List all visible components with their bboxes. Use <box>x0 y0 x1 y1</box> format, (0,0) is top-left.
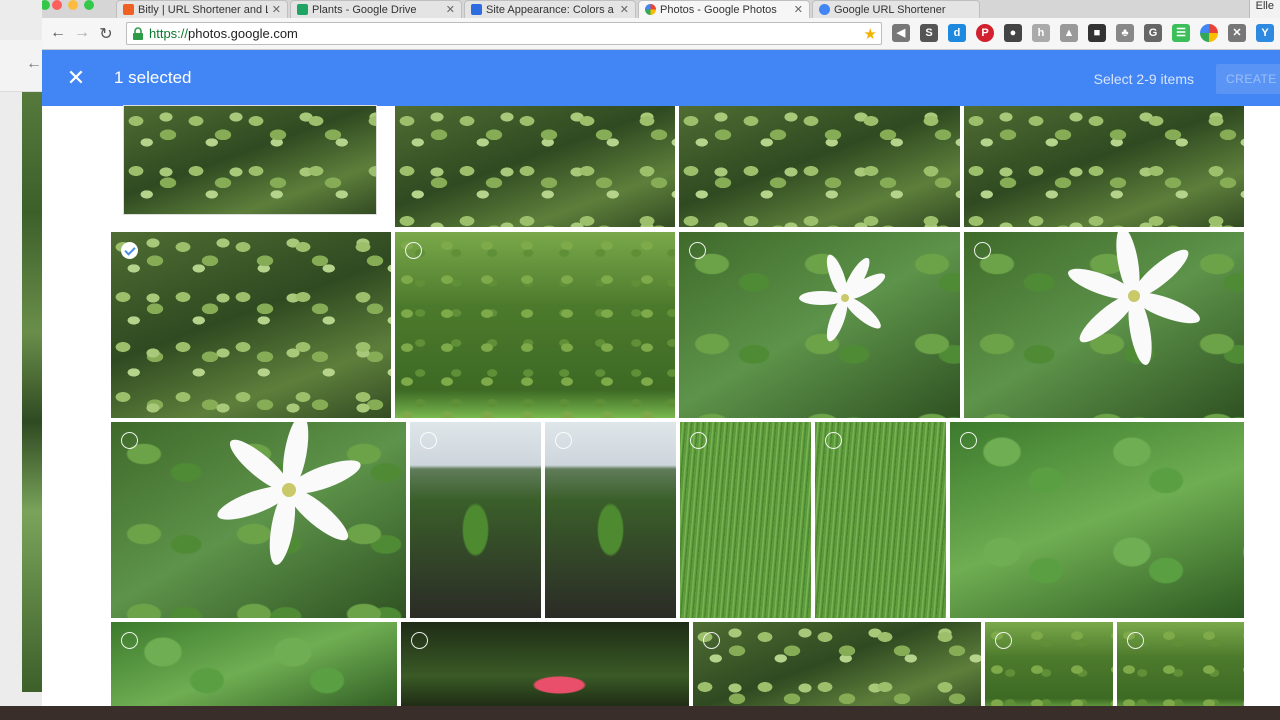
lock-icon <box>133 26 143 40</box>
url-scheme: https:// <box>149 26 189 41</box>
google-icon <box>819 4 830 15</box>
select-circle-icon[interactable] <box>411 632 428 649</box>
photo-thumbnail[interactable] <box>111 422 406 618</box>
tab-url-shortener[interactable]: Google URL Shortener <box>812 0 980 18</box>
tab-close-icon[interactable]: ✕ <box>620 3 629 16</box>
photo-thumbnail[interactable] <box>815 422 946 618</box>
drive-icon <box>297 4 308 15</box>
minimize-window-icon[interactable] <box>68 0 78 10</box>
select-circle-icon[interactable] <box>703 632 720 649</box>
select-circle-icon[interactable] <box>121 632 138 649</box>
extension-icon[interactable]: S <box>920 24 938 42</box>
background-photo-strip <box>22 92 42 692</box>
pinterest-icon[interactable]: P <box>976 24 994 42</box>
photo-thumbnail[interactable] <box>680 422 811 618</box>
close-x-icon[interactable]: ✕ <box>66 66 86 90</box>
selected-check-icon[interactable] <box>121 242 138 259</box>
selection-bar: ✕ 1 selected Select 2-9 items CREATE <box>42 50 1280 106</box>
close-window-icon[interactable] <box>52 0 62 10</box>
browser-window: Bitly | URL Shortener and L ✕ Plants - G… <box>42 0 1280 706</box>
tab-title: Site Appearance: Colors a <box>486 3 614 16</box>
photo-thumbnail[interactable] <box>679 106 960 227</box>
select-circle-icon[interactable] <box>974 242 991 259</box>
page-icon <box>471 4 482 15</box>
select-circle-icon[interactable] <box>555 432 572 449</box>
tab-title: Bitly | URL Shortener and L <box>138 3 268 16</box>
desktop-bottom-edge <box>0 706 1280 720</box>
bookmark-star-icon[interactable]: ★ <box>864 25 877 43</box>
url-text: https://photos.google.com <box>149 26 298 41</box>
select-circle-icon[interactable] <box>995 632 1012 649</box>
photo-thumbnail[interactable] <box>679 232 960 418</box>
extension-icon[interactable]: Y <box>1256 24 1274 42</box>
photo-thumbnail[interactable] <box>111 622 397 706</box>
select-circle-icon[interactable] <box>689 242 706 259</box>
url-host: photos.google.com <box>188 26 298 41</box>
background-back-arrow-icon: ← <box>26 55 42 72</box>
photo-thumbnail[interactable] <box>395 232 675 418</box>
extension-icon[interactable] <box>1200 24 1218 42</box>
select-circle-icon[interactable] <box>960 432 977 449</box>
reload-icon[interactable]: ↻ <box>96 24 116 44</box>
window-controls <box>42 0 50 10</box>
bitly-icon <box>123 4 134 15</box>
photos-pinwheel-icon <box>645 4 656 15</box>
tab-site-appearance[interactable]: Site Appearance: Colors a ✕ <box>464 0 636 18</box>
tab-bitly[interactable]: Bitly | URL Shortener and L ✕ <box>116 0 288 18</box>
select-circle-icon[interactable] <box>825 432 842 449</box>
tab-close-icon[interactable]: ✕ <box>446 3 455 16</box>
create-button[interactable]: CREATE <box>1216 64 1280 94</box>
photo-thumbnail[interactable] <box>545 422 676 618</box>
tab-title: Plants - Google Drive <box>312 3 417 16</box>
photo-grid <box>42 105 1280 706</box>
photo-thumbnail[interactable] <box>964 106 1244 227</box>
extension-icon[interactable]: ✕ <box>1228 24 1246 42</box>
photo-thumbnail[interactable] <box>1117 622 1244 706</box>
zoom-window-icon[interactable] <box>84 0 94 10</box>
tab-strip: Bitly | URL Shortener and L ✕ Plants - G… <box>42 0 1280 18</box>
back-arrow-icon[interactable]: ← <box>48 24 68 42</box>
tab-close-icon[interactable]: ✕ <box>794 3 803 16</box>
photo-thumbnail-selected[interactable] <box>111 232 391 418</box>
tab-close-icon[interactable]: ✕ <box>272 3 281 16</box>
extension-icon[interactable]: d <box>948 24 966 42</box>
browser-toolbar: ← → ↻ https://photos.google.com ★ ◀ S d … <box>42 18 1280 50</box>
tab-title: Photos - Google Photos <box>660 3 777 16</box>
select-circle-icon[interactable] <box>420 432 437 449</box>
extension-icon[interactable]: ■ <box>1088 24 1106 42</box>
extension-icon[interactable]: G <box>1144 24 1162 42</box>
extension-icon[interactable]: ☰ <box>1172 24 1190 42</box>
tab-title: Google URL Shortener <box>834 3 946 16</box>
extension-icon[interactable]: ◀ <box>892 24 910 42</box>
traffic-lights <box>52 0 94 10</box>
photo-thumbnail[interactable] <box>964 232 1244 418</box>
selection-count: 1 selected <box>114 68 192 87</box>
zoom-window-icon[interactable] <box>42 0 50 10</box>
select-circle-icon[interactable] <box>1127 632 1144 649</box>
photo-thumbnail[interactable] <box>395 106 675 227</box>
profile-chip[interactable]: Elle <box>1248 0 1280 18</box>
photo-thumbnail[interactable] <box>985 622 1113 706</box>
select-circle-icon[interactable] <box>405 242 422 259</box>
forward-arrow-icon[interactable]: → <box>72 24 92 42</box>
select-circle-icon[interactable] <box>690 432 707 449</box>
photo-thumbnail[interactable] <box>401 622 689 706</box>
selection-hint: Select 2-9 items <box>1093 71 1194 87</box>
address-bar[interactable]: https://photos.google.com ★ <box>126 22 882 45</box>
photo-thumbnail[interactable] <box>123 105 377 215</box>
photo-thumbnail[interactable] <box>950 422 1244 618</box>
tab-google-photos[interactable]: Photos - Google Photos ✕ <box>638 0 810 18</box>
photo-thumbnail[interactable] <box>693 622 981 706</box>
extension-icon[interactable]: ● <box>1004 24 1022 42</box>
photo-thumbnail[interactable] <box>410 422 541 618</box>
select-circle-icon[interactable] <box>121 432 138 449</box>
extension-icon[interactable]: ▲ <box>1060 24 1078 42</box>
extension-icon[interactable]: ♣ <box>1116 24 1134 42</box>
tab-google-drive[interactable]: Plants - Google Drive ✕ <box>290 0 462 18</box>
extension-icon[interactable]: h <box>1032 24 1050 42</box>
